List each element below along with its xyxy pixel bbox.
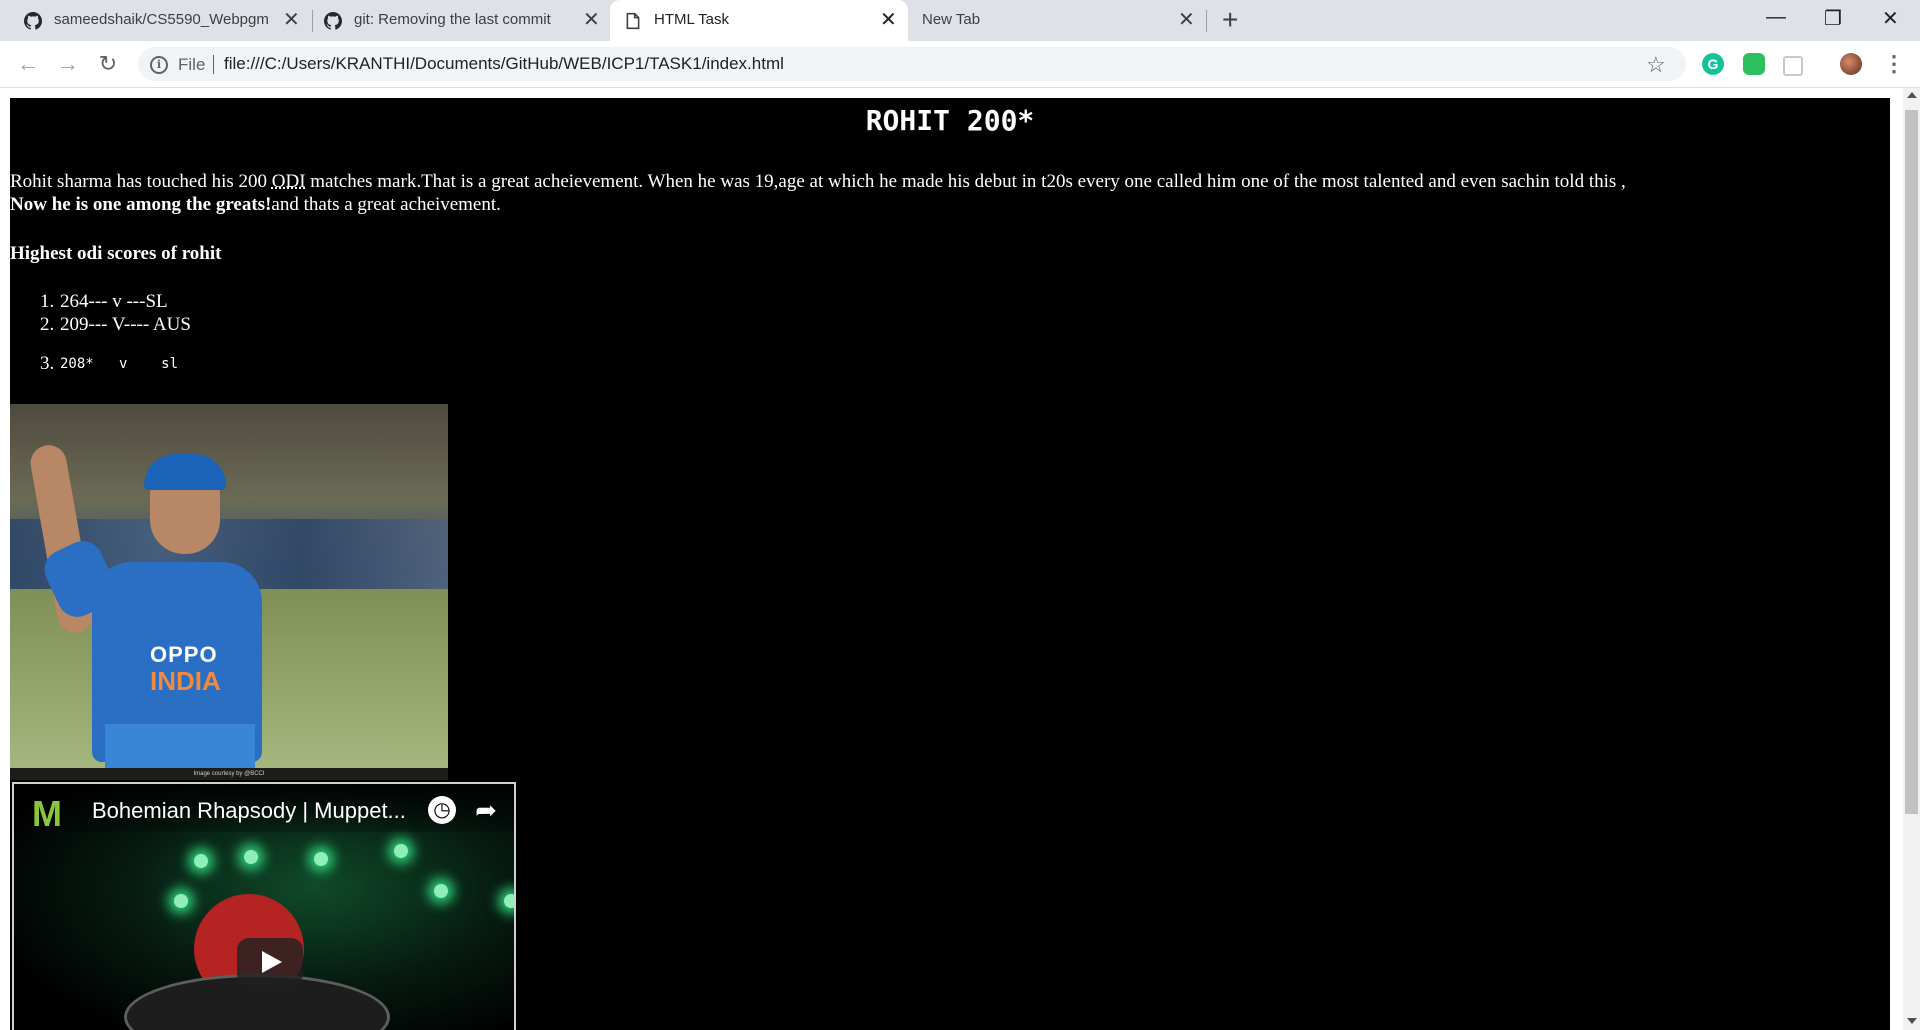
page-icon (626, 12, 640, 30)
menu-icon[interactable]: ⋮ (1880, 50, 1908, 78)
list-number: 1. (40, 291, 55, 312)
stage-light (434, 884, 448, 898)
tab-title: sameedshaik/CS5590_Webpgm (54, 11, 269, 28)
intro-text: Rohit sharma has touched his 200 (10, 171, 272, 192)
stage-light (314, 852, 328, 866)
player-cap (144, 454, 226, 490)
jersey-country-text: INDIA (150, 666, 221, 696)
grammarly-icon[interactable]: G (1702, 53, 1724, 75)
stage-light (174, 894, 188, 908)
bookmark-star-icon[interactable]: ☆ (1646, 52, 1666, 78)
close-icon[interactable]: ✕ (283, 10, 300, 30)
intro-paragraph: Rohit sharma has touched his 200 ODI mat… (10, 170, 1870, 216)
tab-html-task[interactable]: HTML Task ✕ (610, 0, 908, 41)
evernote-icon[interactable] (1743, 53, 1765, 75)
photo-credit: Image courtesy by @BCCI (10, 768, 448, 780)
odi-abbreviation[interactable]: ODI (272, 171, 306, 192)
page-title: ROHIT 200* (865, 104, 1035, 137)
new-tab-button[interactable]: + (1222, 6, 1238, 34)
close-icon[interactable]: ✕ (880, 10, 897, 30)
stage-light (504, 894, 514, 908)
scrollbar-thumb[interactable] (1905, 110, 1918, 814)
address-bar[interactable]: i File file:///C:/Users/KRANTHI/Document… (138, 47, 1686, 81)
tab-strip: sameedshaik/CS5590_Webpgm ✕ git: Removin… (0, 0, 1920, 41)
scroll-down-icon[interactable] (1907, 1018, 1917, 1024)
address-divider (213, 55, 214, 74)
rohit-photo: OPPO INDIA Image courtesy by @BCCI (10, 404, 448, 780)
youtube-embed[interactable]: M Bohemian Rhapsody | Muppet... ◷ ➦ (12, 782, 516, 1030)
page-viewport: ROHIT 200* Rohit sharma has touched his … (0, 88, 1903, 1030)
reload-icon[interactable]: ↻ (94, 50, 122, 78)
jersey-brand-text: OPPO (150, 642, 218, 667)
tab-github-repo[interactable]: sameedshaik/CS5590_Webpgm ✕ (0, 0, 312, 41)
close-icon[interactable]: ✕ (583, 10, 600, 30)
channel-logo[interactable]: M (32, 796, 62, 832)
back-icon[interactable]: ← (14, 50, 42, 78)
video-title[interactable]: Bohemian Rhapsody | Muppet... (92, 798, 406, 824)
extension-icon[interactable] (1783, 56, 1803, 76)
list-text: 209--- V---- AUS (60, 314, 191, 335)
github-icon (24, 12, 42, 30)
profile-avatar[interactable] (1840, 53, 1862, 75)
tab-new-tab[interactable]: New Tab ✕ (908, 0, 1206, 41)
list-text: 208* v sl (60, 356, 179, 372)
intro-bold-text: Now he is one among the greats! (10, 194, 272, 215)
stage-light (194, 854, 208, 868)
page-body: ROHIT 200* Rohit sharma has touched his … (10, 98, 1890, 1030)
stage-light (244, 850, 258, 864)
play-button[interactable] (237, 938, 303, 986)
tab-git-commit[interactable]: git: Removing the last commit ✕ (312, 0, 610, 41)
page-scrollbar[interactable] (1903, 88, 1920, 1030)
github-icon (324, 12, 342, 30)
tab-title: New Tab (922, 11, 981, 28)
info-icon[interactable]: i (150, 56, 168, 74)
list-number: 3. (40, 353, 55, 374)
scheme-label: File (178, 55, 206, 74)
url-text[interactable]: file:///C:/Users/KRANTHI/Documents/GitHu… (224, 54, 784, 74)
forward-icon[interactable]: → (54, 50, 82, 78)
close-window-button[interactable]: ✕ (1882, 6, 1899, 32)
list-text: 264--- v ---SL (60, 291, 168, 312)
tab-title: git: Removing the last commit (354, 11, 551, 28)
intro-tail-text: and thats a great acheivement. (271, 194, 501, 215)
scores-heading: Highest odi scores of rohit (10, 243, 222, 264)
minimize-button[interactable]: — (1766, 4, 1786, 30)
restore-button[interactable]: ❐ (1824, 6, 1842, 32)
close-icon[interactable]: ✕ (1178, 10, 1195, 30)
intro-text-cont: matches mark.That is a great acheievemen… (305, 171, 1626, 192)
tab-title: HTML Task (654, 11, 730, 28)
scroll-up-icon[interactable] (1907, 92, 1917, 98)
list-number: 2. (40, 314, 55, 335)
browser-toolbar: ← → ↻ i File file:///C:/Users/KRANTHI/Do… (0, 41, 1920, 88)
watch-later-icon[interactable]: ◷ (428, 796, 456, 824)
tab-divider (1206, 10, 1207, 32)
stage-light (394, 844, 408, 858)
share-icon[interactable]: ➦ (472, 796, 500, 824)
